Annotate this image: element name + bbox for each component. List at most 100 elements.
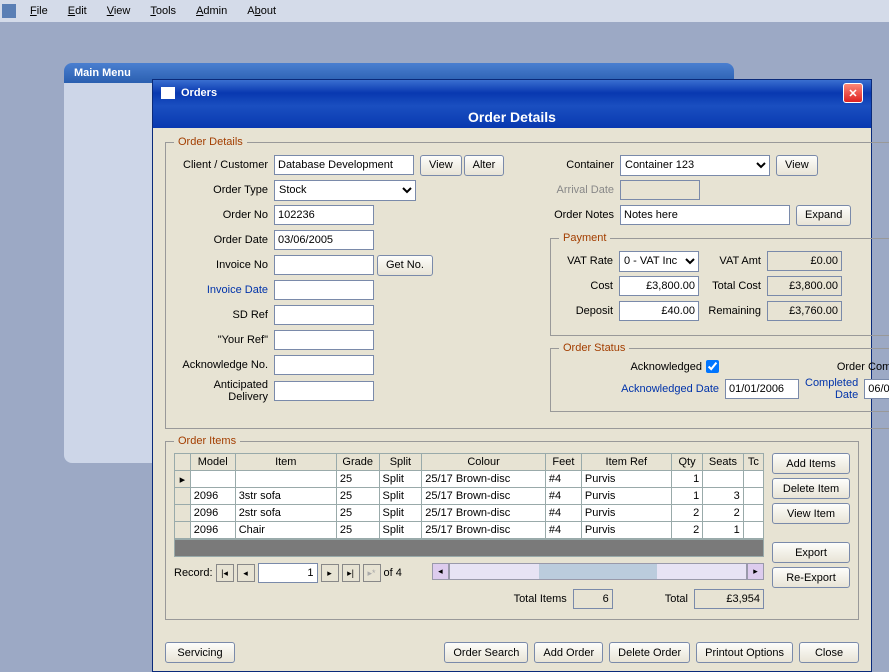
scroll-left-icon[interactable]: ◂ bbox=[432, 563, 449, 580]
col-seats[interactable]: Seats bbox=[703, 454, 743, 471]
cell-grade[interactable]: 25 bbox=[336, 471, 379, 488]
cell-model[interactable]: 2096 bbox=[190, 488, 235, 505]
cell-tc[interactable] bbox=[743, 488, 763, 505]
printout-options-button[interactable]: Printout Options bbox=[696, 642, 793, 663]
row-selector[interactable] bbox=[175, 505, 191, 522]
close-button[interactable]: Close bbox=[799, 642, 859, 663]
nav-last-icon[interactable]: ▸| bbox=[342, 564, 360, 582]
ack-date-field[interactable] bbox=[725, 379, 799, 399]
menu-edit[interactable]: Edit bbox=[58, 3, 97, 19]
add-items-button[interactable]: Add Items bbox=[772, 453, 850, 474]
record-current[interactable] bbox=[258, 563, 318, 583]
cell-item[interactable]: Chair bbox=[235, 522, 336, 539]
items-table[interactable]: Model Item Grade Split Colour Feet Item … bbox=[174, 453, 764, 539]
container-view-button[interactable]: View bbox=[776, 155, 818, 176]
cell-ref[interactable]: Purvis bbox=[581, 505, 671, 522]
row-selector[interactable] bbox=[175, 488, 191, 505]
client-field[interactable] bbox=[274, 155, 414, 175]
cell-split[interactable]: Split bbox=[379, 488, 422, 505]
view-item-button[interactable]: View Item bbox=[772, 503, 850, 524]
invoice-date-field[interactable] bbox=[274, 280, 374, 300]
cell-colour[interactable]: 25/17 Brown-disc bbox=[422, 505, 546, 522]
order-search-button[interactable]: Order Search bbox=[444, 642, 528, 663]
client-alter-button[interactable]: Alter bbox=[464, 155, 505, 176]
scroll-thumb[interactable] bbox=[539, 564, 657, 579]
cell-split[interactable]: Split bbox=[379, 471, 422, 488]
menu-view[interactable]: View bbox=[97, 3, 141, 19]
col-item[interactable]: Item bbox=[235, 454, 336, 471]
cell-colour[interactable]: 25/17 Brown-disc bbox=[422, 471, 546, 488]
scroll-right-icon[interactable]: ▸ bbox=[747, 563, 764, 580]
nav-next-icon[interactable]: ▸ bbox=[321, 564, 339, 582]
sd-ref-field[interactable] bbox=[274, 305, 374, 325]
col-feet[interactable]: Feet bbox=[545, 454, 581, 471]
horizontal-scrollbar[interactable]: ◂ ▸ bbox=[432, 563, 764, 580]
cell-ref[interactable]: Purvis bbox=[581, 522, 671, 539]
cell-tc[interactable] bbox=[743, 471, 763, 488]
container-select[interactable]: Container 123 bbox=[620, 155, 770, 176]
cell-split[interactable]: Split bbox=[379, 505, 422, 522]
nav-prev-icon[interactable]: ◂ bbox=[237, 564, 255, 582]
col-itemref[interactable]: Item Ref bbox=[581, 454, 671, 471]
menu-about[interactable]: About bbox=[237, 3, 286, 19]
cell-feet[interactable]: #4 bbox=[545, 522, 581, 539]
ack-no-field[interactable] bbox=[274, 355, 374, 375]
order-notes-field[interactable] bbox=[620, 205, 790, 225]
table-row[interactable]: 20963str sofa25Split25/17 Brown-disc#4Pu… bbox=[175, 488, 764, 505]
cell-ref[interactable]: Purvis bbox=[581, 471, 671, 488]
col-qty[interactable]: Qty bbox=[671, 454, 702, 471]
add-order-button[interactable]: Add Order bbox=[534, 642, 603, 663]
cell-feet[interactable]: #4 bbox=[545, 488, 581, 505]
menu-tools[interactable]: Tools bbox=[140, 3, 186, 19]
cell-tc[interactable] bbox=[743, 522, 763, 539]
cell-colour[interactable]: 25/17 Brown-disc bbox=[422, 488, 546, 505]
orders-titlebar[interactable]: Orders ✕ bbox=[153, 80, 871, 106]
table-row[interactable]: 2096Chair25Split25/17 Brown-disc#4Purvis… bbox=[175, 522, 764, 539]
cell-seats[interactable]: 2 bbox=[703, 505, 743, 522]
cost-field[interactable] bbox=[619, 276, 699, 296]
expand-button[interactable]: Expand bbox=[796, 205, 851, 226]
cell-model[interactable]: 2096 bbox=[190, 505, 235, 522]
row-selector[interactable]: ▸ bbox=[175, 471, 191, 488]
cell-feet[interactable]: #4 bbox=[545, 505, 581, 522]
cell-colour[interactable]: 25/17 Brown-disc bbox=[422, 522, 546, 539]
cell-feet[interactable]: #4 bbox=[545, 471, 581, 488]
cell-item[interactable] bbox=[235, 471, 336, 488]
order-type-select[interactable]: Stock bbox=[274, 180, 416, 201]
delete-item-button[interactable]: Delete Item bbox=[772, 478, 850, 499]
comp-date-field[interactable] bbox=[864, 379, 889, 399]
nav-first-icon[interactable]: |◂ bbox=[216, 564, 234, 582]
order-date-field[interactable] bbox=[274, 230, 374, 250]
cell-grade[interactable]: 25 bbox=[336, 522, 379, 539]
table-row[interactable]: 20962str sofa25Split25/17 Brown-disc#4Pu… bbox=[175, 505, 764, 522]
cell-grade[interactable]: 25 bbox=[336, 505, 379, 522]
col-colour[interactable]: Colour bbox=[422, 454, 546, 471]
get-no-button[interactable]: Get No. bbox=[377, 255, 433, 276]
col-model[interactable]: Model bbox=[190, 454, 235, 471]
cell-qty[interactable]: 2 bbox=[671, 522, 702, 539]
vat-rate-select[interactable]: 0 - VAT Inc bbox=[619, 251, 699, 272]
cell-seats[interactable] bbox=[703, 471, 743, 488]
col-tc[interactable]: Tc bbox=[743, 454, 763, 471]
deposit-field[interactable] bbox=[619, 301, 699, 321]
cell-item[interactable]: 3str sofa bbox=[235, 488, 336, 505]
your-ref-field[interactable] bbox=[274, 330, 374, 350]
cell-tc[interactable] bbox=[743, 505, 763, 522]
order-no-field[interactable] bbox=[274, 205, 374, 225]
col-grade[interactable]: Grade bbox=[336, 454, 379, 471]
cell-split[interactable]: Split bbox=[379, 522, 422, 539]
cell-seats[interactable]: 1 bbox=[703, 522, 743, 539]
table-row[interactable]: ▸25Split25/17 Brown-disc#4Purvis1 bbox=[175, 471, 764, 488]
acknowledged-checkbox[interactable] bbox=[706, 360, 719, 373]
servicing-button[interactable]: Servicing bbox=[165, 642, 235, 663]
export-button[interactable]: Export bbox=[772, 542, 850, 563]
delete-order-button[interactable]: Delete Order bbox=[609, 642, 690, 663]
reexport-button[interactable]: Re-Export bbox=[772, 567, 850, 588]
ant-deliv-field[interactable] bbox=[274, 381, 374, 401]
cell-seats[interactable]: 3 bbox=[703, 488, 743, 505]
cell-qty[interactable]: 2 bbox=[671, 505, 702, 522]
invoice-no-field[interactable] bbox=[274, 255, 374, 275]
cell-ref[interactable]: Purvis bbox=[581, 488, 671, 505]
client-view-button[interactable]: View bbox=[420, 155, 462, 176]
cell-item[interactable]: 2str sofa bbox=[235, 505, 336, 522]
